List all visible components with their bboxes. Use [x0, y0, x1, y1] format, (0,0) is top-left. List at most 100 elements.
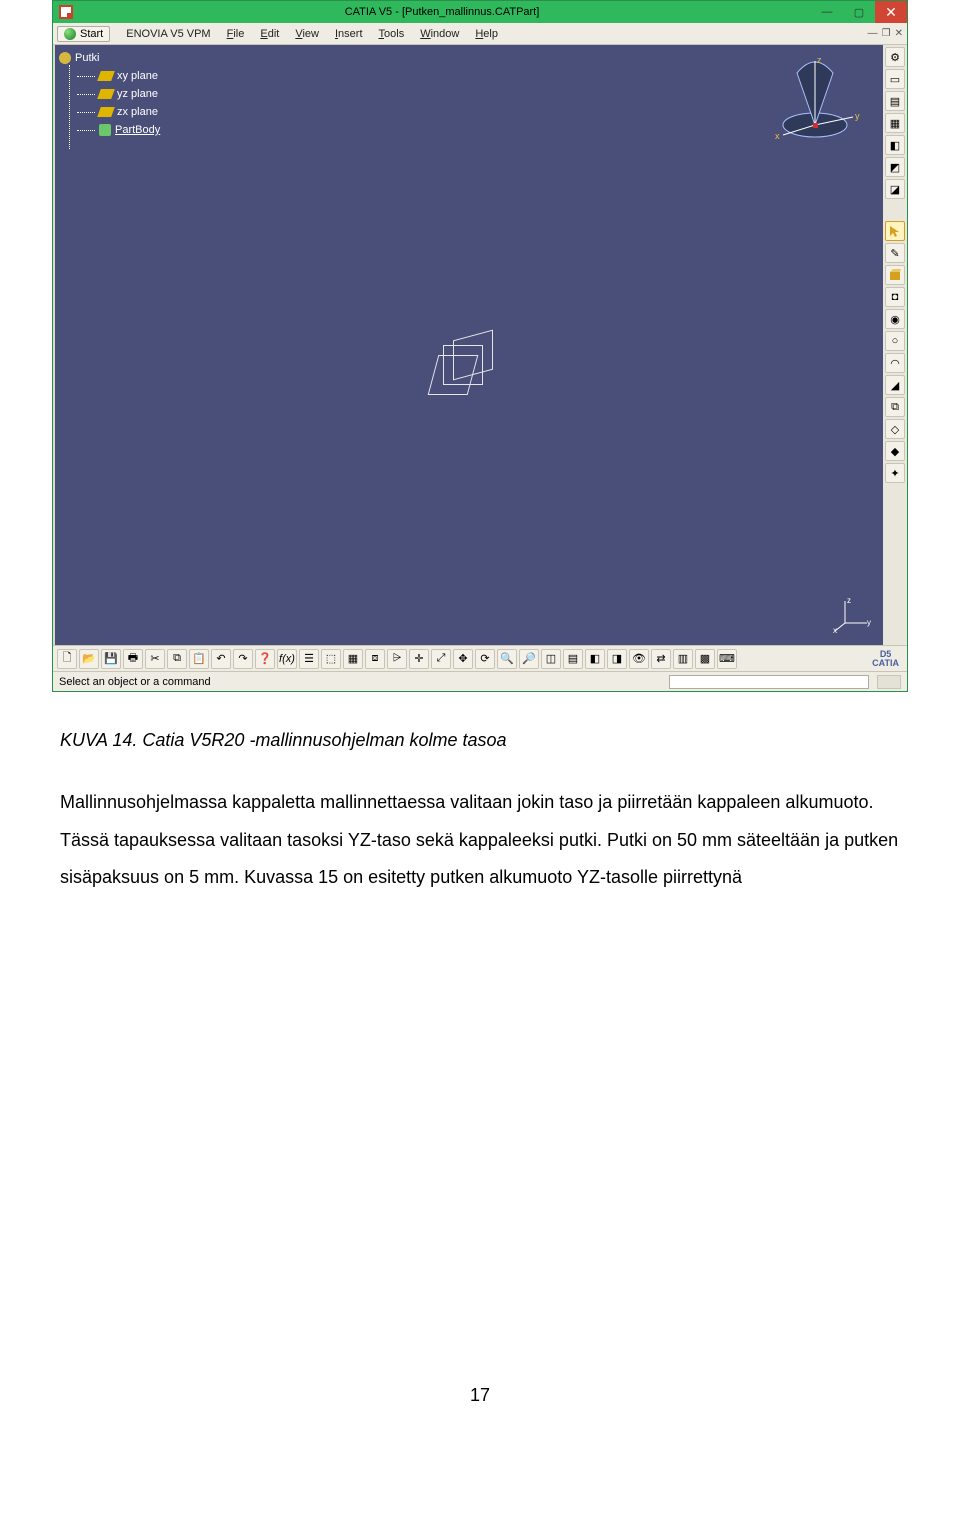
- shading-icon[interactable]: ◨: [607, 649, 627, 669]
- gear-icon[interactable]: ⚙: [885, 47, 905, 67]
- tree-yz-plane[interactable]: yz plane: [77, 85, 160, 103]
- multi-view-icon[interactable]: ▤: [563, 649, 583, 669]
- menu-enovia[interactable]: ENOVIA V5 VPM: [118, 28, 218, 40]
- sketch-icon[interactable]: ✎: [885, 243, 905, 263]
- tool-icon[interactable]: ⬚: [321, 649, 341, 669]
- tree-partbody[interactable]: PartBody: [77, 121, 160, 139]
- origin-planes[interactable]: [433, 335, 503, 405]
- chamfer-icon[interactable]: ◢: [885, 375, 905, 395]
- menu-file[interactable]: File: [219, 28, 253, 40]
- mirror-icon[interactable]: ⧉: [885, 397, 905, 417]
- hole-icon[interactable]: ○: [885, 331, 905, 351]
- save-icon[interactable]: 💾: [101, 649, 121, 669]
- maximize-button[interactable]: ▢: [843, 1, 875, 23]
- arrow-cursor-icon[interactable]: [885, 221, 905, 241]
- tool-icon[interactable]: ◪: [885, 179, 905, 199]
- start-label: Start: [80, 28, 103, 40]
- close-button[interactable]: ✕: [875, 1, 907, 23]
- page-number: 17: [60, 1377, 900, 1415]
- hide-show-icon[interactable]: 👁: [629, 649, 649, 669]
- resize-grip[interactable]: [877, 675, 901, 689]
- zoom-out-icon[interactable]: 🔎: [519, 649, 539, 669]
- tool-icon[interactable]: ⩥: [387, 649, 407, 669]
- tool-icon[interactable]: ▤: [885, 91, 905, 111]
- paste-icon[interactable]: 📋: [189, 649, 209, 669]
- command-input[interactable]: [669, 675, 869, 689]
- tool-icon[interactable]: ▦: [885, 113, 905, 133]
- catia-logo: D5 CATIA: [868, 650, 903, 666]
- tool-icon[interactable]: ◇: [885, 419, 905, 439]
- tree-root[interactable]: Putki: [59, 49, 160, 67]
- right-toolbar: ⚙ ▭ ▤ ▦ ◧ ◩ ◪ ✎ ◘ ◉ ○ ◠ ◢ ⧉ ◇ ◆ ✦: [883, 45, 907, 645]
- tree-xy-plane[interactable]: xy plane: [77, 67, 160, 85]
- pocket-icon[interactable]: ◘: [885, 287, 905, 307]
- tree-partbody-label: PartBody: [115, 124, 160, 136]
- tool-icon[interactable]: ▩: [695, 649, 715, 669]
- new-icon[interactable]: 🗋: [57, 649, 77, 669]
- svg-text:x: x: [833, 626, 837, 635]
- part-icon: [59, 52, 71, 64]
- menu-help[interactable]: Help: [467, 28, 506, 40]
- viewport[interactable]: Putki xy plane yz plane zx plane PartBod: [53, 45, 907, 645]
- mdi-restore-icon[interactable]: ❐: [882, 28, 891, 39]
- normal-view-icon[interactable]: ◫: [541, 649, 561, 669]
- menubar: Start ENOVIA V5 VPM File Edit View Inser…: [53, 23, 907, 45]
- compass-y-label: y: [855, 111, 860, 121]
- body-icon: [99, 124, 111, 136]
- app-icon: [59, 5, 73, 19]
- mdi-minimize-icon[interactable]: —: [868, 28, 878, 39]
- plane-outline: [428, 355, 479, 395]
- window-controls: — ▢ ✕: [811, 1, 907, 23]
- zoom-in-icon[interactable]: 🔍: [497, 649, 517, 669]
- bottom-toolbar: 🗋 📂 💾 🖶 ✂ ⧉ 📋 ↶ ↷ ❓ f(x) ☰ ⬚ ▦ ⧈ ⩥ ✛ ⤢ ✥…: [53, 645, 907, 671]
- open-icon[interactable]: 📂: [79, 649, 99, 669]
- swap-icon[interactable]: ⇄: [651, 649, 671, 669]
- tree-root-label: Putki: [75, 52, 99, 64]
- start-button[interactable]: Start: [57, 26, 110, 42]
- print-icon[interactable]: 🖶: [123, 649, 143, 669]
- tool-icon[interactable]: ▭: [885, 69, 905, 89]
- mdi-window-controls: — ❐ ✕: [868, 28, 907, 39]
- tool-icon[interactable]: ⌨: [717, 649, 737, 669]
- plane-icon: [97, 89, 115, 99]
- mdi-close-icon[interactable]: ✕: [895, 28, 903, 39]
- catia-screenshot: CATIA V5 - [Putken_mallinnus.CATPart] — …: [52, 0, 908, 692]
- menu-window[interactable]: Window: [412, 28, 467, 40]
- tool-icon[interactable]: ☰: [299, 649, 319, 669]
- svg-text:z: z: [847, 596, 851, 605]
- tool-icon[interactable]: ◆: [885, 441, 905, 461]
- menu-insert[interactable]: Insert: [327, 28, 371, 40]
- tool-icon[interactable]: ⧈: [365, 649, 385, 669]
- tool-icon[interactable]: ▦: [343, 649, 363, 669]
- whatsthis-icon[interactable]: ❓: [255, 649, 275, 669]
- axis-icon[interactable]: ✛: [409, 649, 429, 669]
- undo-icon[interactable]: ↶: [211, 649, 231, 669]
- minimize-button[interactable]: —: [811, 1, 843, 23]
- document-body: KUVA 14. Catia V5R20 -mallinnusohjelman …: [0, 722, 960, 1455]
- tool-icon[interactable]: ✦: [885, 463, 905, 483]
- plane-icon: [97, 71, 115, 81]
- tool-icon[interactable]: ◧: [885, 135, 905, 155]
- menu-tools[interactable]: Tools: [371, 28, 413, 40]
- fit-all-icon[interactable]: ⤢: [431, 649, 451, 669]
- tool-icon[interactable]: ▥: [673, 649, 693, 669]
- fillet-icon[interactable]: ◠: [885, 353, 905, 373]
- menu-view[interactable]: View: [287, 28, 327, 40]
- compass[interactable]: z y x: [767, 55, 867, 145]
- iso-view-icon[interactable]: ◧: [585, 649, 605, 669]
- formula-icon[interactable]: f(x): [277, 649, 297, 669]
- window-titlebar: CATIA V5 - [Putken_mallinnus.CATPart] — …: [53, 1, 907, 23]
- tree-xy-label: xy plane: [117, 70, 158, 82]
- rotate-icon[interactable]: ⟳: [475, 649, 495, 669]
- body-paragraph: Mallinnusohjelmassa kappaletta mallinnet…: [60, 784, 900, 897]
- tool-icon[interactable]: ◩: [885, 157, 905, 177]
- cut-icon[interactable]: ✂: [145, 649, 165, 669]
- shaft-icon[interactable]: ◉: [885, 309, 905, 329]
- pan-icon[interactable]: ✥: [453, 649, 473, 669]
- menu-edit[interactable]: Edit: [252, 28, 287, 40]
- specification-tree[interactable]: Putki xy plane yz plane zx plane PartBod: [59, 49, 160, 139]
- tree-zx-plane[interactable]: zx plane: [77, 103, 160, 121]
- redo-icon[interactable]: ↷: [233, 649, 253, 669]
- pad-icon[interactable]: [885, 265, 905, 285]
- copy-icon[interactable]: ⧉: [167, 649, 187, 669]
